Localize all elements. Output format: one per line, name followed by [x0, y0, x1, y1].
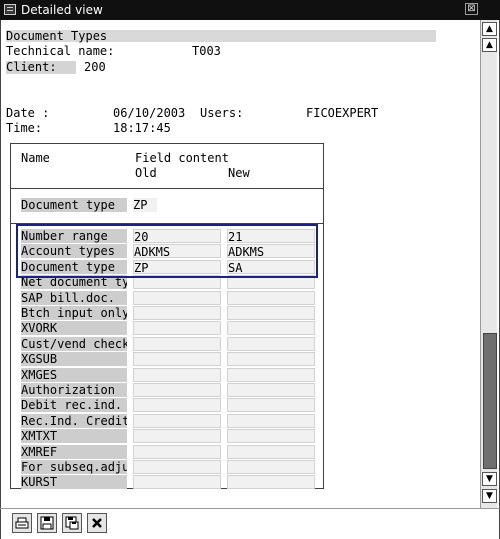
row-new-value	[227, 306, 315, 320]
row-old-value	[133, 352, 221, 366]
row-field-name: Debit rec.ind.	[21, 398, 127, 412]
save-icon	[40, 516, 54, 530]
system-menu-icon[interactable]	[4, 4, 16, 15]
title-bar: Detailed view ⊠	[0, 0, 500, 20]
row-new-value	[227, 460, 315, 474]
row-old-value	[133, 429, 221, 443]
time-label: Time:	[6, 121, 43, 135]
close-icon[interactable]: ⊠	[465, 3, 478, 15]
column-header-old: Old	[135, 166, 157, 180]
key-field-name: Document type	[21, 198, 127, 212]
scroll-up-small-icon[interactable]: ▲	[482, 22, 497, 36]
save-as-icon	[65, 516, 79, 530]
row-old-value	[133, 475, 221, 489]
row-field-name: XVORK	[21, 321, 127, 335]
row-new-value	[227, 429, 315, 443]
print-icon	[15, 517, 29, 529]
save-button[interactable]	[37, 513, 57, 533]
row-field-name: KURST	[21, 475, 127, 489]
changed-rows-highlight	[16, 224, 318, 278]
column-header-new: New	[228, 166, 250, 180]
row-old-value	[133, 368, 221, 382]
row-field-name: Authorization	[21, 383, 127, 397]
row-old-value	[133, 445, 221, 459]
date-value: 06/10/2003	[113, 106, 186, 120]
toolbar-divider	[0, 508, 500, 509]
users-label: Users:	[200, 106, 244, 120]
scroll-down-icon[interactable]: ▼	[482, 472, 497, 486]
row-old-value	[133, 460, 221, 474]
save-as-button[interactable]	[62, 513, 82, 533]
scrollbar-thumb[interactable]	[483, 333, 497, 469]
row-new-value	[227, 398, 315, 412]
technical-name-value: T003	[192, 44, 221, 58]
technical-name-label: Technical name:	[6, 44, 115, 58]
vertical-scrollbar[interactable]: ▲ ▲ ▼ ▼	[480, 20, 497, 508]
scroll-up-icon[interactable]: ▲	[482, 38, 497, 52]
scroll-down-small-icon[interactable]: ▼	[482, 489, 497, 503]
time-value: 18:17:45	[113, 121, 171, 135]
page-heading: Document Types	[6, 29, 108, 43]
cancel-icon	[92, 518, 102, 528]
row-field-name: Rec.Ind. Credit	[21, 414, 127, 428]
column-header-name: Name	[21, 151, 50, 165]
row-new-value	[227, 291, 315, 305]
row-old-value	[133, 337, 221, 351]
row-new-value	[227, 414, 315, 428]
row-field-name: SAP bill.doc.	[21, 291, 127, 305]
row-field-name: XGSUB	[21, 352, 127, 366]
cancel-button[interactable]	[87, 513, 107, 533]
row-field-name: For subseq.adju	[21, 460, 127, 474]
key-field-value: ZP	[133, 198, 157, 212]
row-field-name: XMGES	[21, 368, 127, 382]
row-old-value	[133, 306, 221, 320]
row-field-name: XMTXT	[21, 429, 127, 443]
row-old-value	[133, 398, 221, 412]
row-new-value	[227, 337, 315, 351]
row-new-value	[227, 352, 315, 366]
row-field-name: Cust/vend check	[21, 337, 127, 351]
window-title: Detailed view	[21, 3, 103, 17]
client-value: 200	[84, 60, 106, 74]
client-label: Client:	[6, 61, 76, 74]
row-new-value	[227, 383, 315, 397]
row-new-value	[227, 445, 315, 459]
row-old-value	[133, 321, 221, 335]
print-button[interactable]	[12, 513, 32, 533]
column-header-field-content: Field content	[135, 151, 229, 165]
users-value: FICOEXPERT	[306, 106, 379, 120]
row-old-value	[133, 383, 221, 397]
row-old-value	[133, 414, 221, 428]
row-new-value	[227, 321, 315, 335]
row-new-value	[227, 475, 315, 489]
row-old-value	[133, 291, 221, 305]
row-field-name: XMREF	[21, 445, 127, 459]
row-new-value	[227, 368, 315, 382]
date-label: Date :	[6, 106, 50, 120]
table-divider	[11, 188, 323, 189]
row-field-name: Btch input only	[21, 306, 127, 320]
